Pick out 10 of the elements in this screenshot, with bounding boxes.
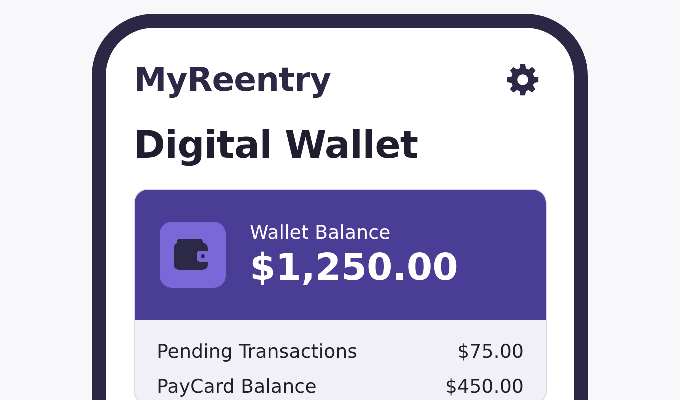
balance-label: Wallet Balance bbox=[250, 222, 392, 244]
app-title: MyReentry bbox=[134, 60, 332, 99]
balance-amount: $1,250.00 bbox=[250, 246, 458, 288]
wallet-icon bbox=[160, 222, 226, 288]
row-value: $450.00 bbox=[445, 376, 524, 398]
row-label: PayCard Balance bbox=[157, 376, 317, 398]
page-title: Digital Wallet bbox=[134, 123, 420, 167]
settings-icon[interactable] bbox=[506, 62, 540, 96]
row-label: Pending Transactions bbox=[157, 340, 358, 362]
row-value: $75.00 bbox=[458, 340, 524, 362]
